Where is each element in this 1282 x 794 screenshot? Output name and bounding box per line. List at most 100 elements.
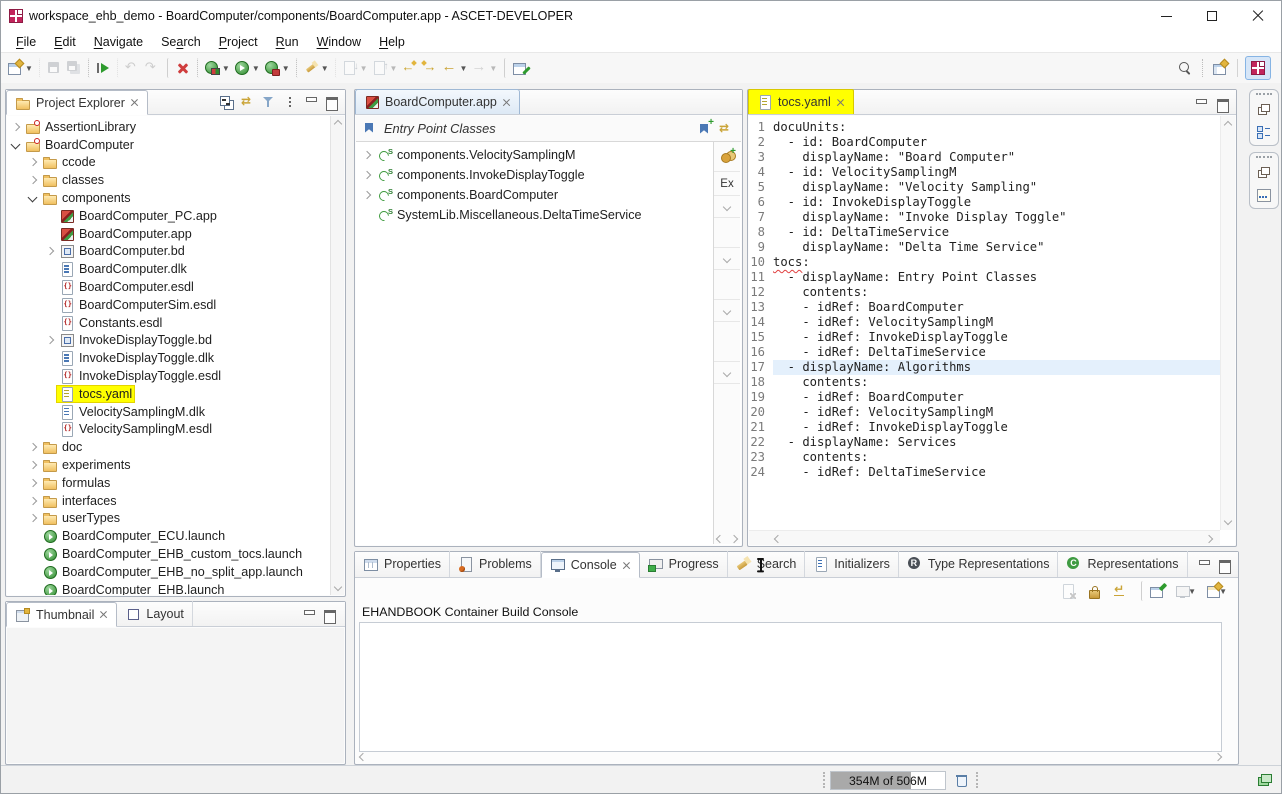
close-button[interactable] [1235,1,1281,31]
expander-icon[interactable] [26,190,39,206]
minimize-view-button[interactable] [1195,556,1213,574]
palette-drawer[interactable] [714,300,740,322]
toolbar-button[interactable] [419,58,439,78]
menu-item[interactable]: Window [308,33,370,51]
editor-horizontal-scrollbar[interactable] [749,530,1220,545]
toolbar-button[interactable]: ▼ [335,58,370,78]
toolbar-button[interactable] [64,58,84,78]
expander-icon[interactable] [26,582,39,595]
menu-item[interactable]: Help [370,33,414,51]
close-icon[interactable] [502,98,511,107]
view-toolbar-button[interactable] [281,93,299,111]
toolbar-button[interactable]: ▼ [439,58,469,78]
toolbar-button[interactable]: ▼ [469,58,499,78]
scroll-right-icon[interactable] [730,535,738,543]
bottom-tab[interactable]: Properties [355,551,450,577]
menu-item[interactable]: Navigate [85,33,152,51]
expander-icon[interactable] [43,261,56,277]
close-icon[interactable] [622,561,631,570]
scroll-up-icon[interactable] [334,120,342,128]
tab-project-explorer[interactable]: Project Explorer [6,90,148,115]
toolbar-button[interactable] [504,58,530,78]
tree-row[interactable]: BoardComputer.bd [7,243,330,261]
toolbar-button[interactable] [88,58,113,78]
view-toolbar-button[interactable] [239,93,257,111]
scroll-up-icon[interactable] [1224,121,1232,129]
dropdown-arrow-icon[interactable]: ▼ [252,64,260,73]
console-toolbar-button[interactable] [1141,581,1167,601]
dropdown-arrow-icon[interactable]: ▼ [222,64,230,73]
tree-row[interactable]: Constants.esdl [7,314,330,332]
toolbar-button[interactable] [399,58,419,78]
expander-icon[interactable] [360,167,373,183]
scroll-right-icon[interactable] [1205,535,1213,543]
tree-row[interactable]: formulas [7,474,330,492]
bottom-tab[interactable]: Representations [1058,551,1187,577]
palette-scroll[interactable] [714,536,740,542]
tree-row[interactable]: doc [7,438,330,456]
expander-icon[interactable] [43,243,56,259]
dropdown-arrow-icon[interactable]: ▼ [390,64,398,73]
tree-row[interactable]: tocs.yaml [7,385,330,403]
expander-icon[interactable] [26,510,39,526]
entry-point-row[interactable]: components.BoardComputer [356,185,741,205]
toolbar-button[interactable] [39,58,64,78]
expander-icon[interactable] [26,172,39,188]
menu-item[interactable]: Search [152,33,210,51]
palette-view-icon[interactable] [1256,187,1272,203]
expander-icon[interactable] [26,546,39,562]
palette-group-label[interactable]: Ex [714,172,740,196]
expander-icon[interactable] [360,207,373,223]
outline-view-icon[interactable] [1256,124,1272,140]
run-garbage-collector-button[interactable] [950,770,972,790]
tree-row[interactable]: userTypes [7,510,330,528]
sync-entry-points-icon[interactable] [719,121,735,137]
tree-row[interactable]: VelocitySamplingM.dlk [7,403,330,421]
view-toolbar-button[interactable] [323,93,341,111]
tab-boardcomputer-app[interactable]: BoardComputer.app [355,89,520,114]
menu-item[interactable]: Run [267,33,308,51]
expander-icon[interactable] [43,208,56,224]
background-jobs-icon[interactable] [1255,772,1271,788]
expander-icon[interactable] [43,315,56,331]
expander-icon[interactable] [26,154,39,170]
tree-row[interactable]: experiments [7,456,330,474]
expander-icon[interactable] [360,187,373,203]
view-toolbar-button[interactable] [260,93,278,111]
minimize-button[interactable] [1143,1,1189,31]
drag-handle[interactable] [823,772,826,788]
tree-row[interactable]: InvokeDisplayToggle.dlk [7,349,330,367]
console-toolbar-button[interactable]: ▼ [1204,581,1229,601]
tree-row[interactable]: VelocitySamplingM.esdl [7,421,330,439]
tree-row[interactable]: InvokeDisplayToggle.bd [7,332,330,350]
dropdown-arrow-icon[interactable]: ▼ [459,64,467,73]
expander-icon[interactable] [43,350,56,366]
bottom-tab[interactable]: Initializers [805,551,899,577]
palette-drawer[interactable] [714,248,740,270]
close-icon[interactable] [99,610,108,619]
maximize-view-button[interactable] [1216,556,1234,574]
bottom-tab[interactable]: Problems [450,551,541,577]
drag-handle[interactable] [1256,93,1272,96]
palette-drawer[interactable] [714,196,740,218]
tree-row[interactable]: BoardComputer [7,136,330,154]
expander-icon[interactable] [43,332,56,348]
toolbar-button[interactable]: ▼ [232,58,262,78]
palette-drawer[interactable] [714,218,740,248]
expander-icon[interactable] [26,493,39,509]
toolbar-button[interactable] [167,58,193,78]
toolbar-button[interactable]: ▼ [370,58,400,78]
console-horizontal-scrollbar[interactable] [359,753,1222,762]
menu-item[interactable]: Project [210,33,267,51]
expander-icon[interactable] [43,386,56,402]
expander-icon[interactable] [360,147,373,163]
toolbar-button[interactable]: ▼ [296,58,331,78]
scroll-down-icon[interactable] [334,583,342,591]
tree-row[interactable]: BoardComputer_ECU.launch [7,527,330,545]
close-icon[interactable] [130,98,139,107]
toolbar-button[interactable]: ▼ [197,58,232,78]
drag-handle[interactable] [976,772,979,788]
tree-row[interactable]: BoardComputer.esdl [7,278,330,296]
tree-row[interactable]: BoardComputer.dlk [7,260,330,278]
maximize-view-button[interactable] [321,606,339,624]
